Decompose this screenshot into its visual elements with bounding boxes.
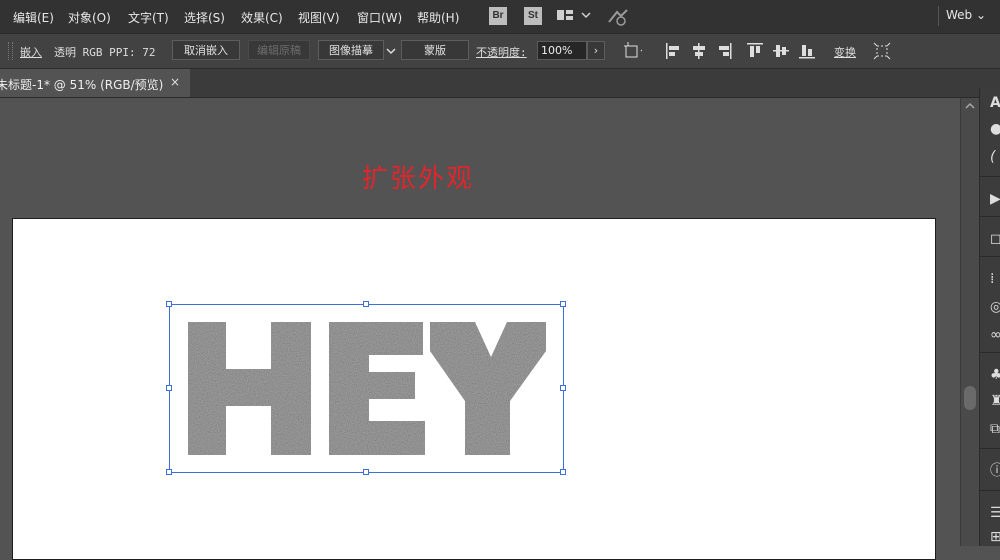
panel-divider [980, 256, 1000, 257]
paragraph-panel-icon[interactable]: ( [990, 150, 1000, 164]
align-right-icon[interactable] [715, 42, 733, 60]
menu-help[interactable]: 帮助(H) [417, 9, 459, 26]
menu-bar: 编辑(E) 对象(O) 文字(T) 选择(S) 效果(C) 视图(V) 窗口(W… [0, 0, 1000, 34]
document-setup-icon[interactable] [624, 42, 642, 60]
vertical-scrollbar[interactable] [960, 98, 979, 546]
isolate-object-icon[interactable] [873, 42, 891, 60]
menu-type[interactable]: 文字(T) [128, 9, 169, 26]
panel-divider [980, 216, 1000, 217]
edit-original-button: 编辑原稿 [248, 40, 310, 60]
brush-panel-icon[interactable]: ● [990, 122, 1000, 136]
menu-divider [938, 6, 939, 26]
image-info: 透明 RGB PPI: 72 [54, 46, 156, 59]
resize-handle[interactable] [166, 301, 172, 307]
panel-divider [980, 448, 1000, 449]
align-left-icon[interactable] [665, 42, 683, 60]
canvas-area[interactable]: 扩张外观 [0, 98, 960, 560]
resize-handle[interactable] [363, 301, 369, 307]
appearance-panel-icon[interactable]: ◎ [990, 300, 1000, 314]
transform-link[interactable]: 变换 [834, 44, 856, 60]
align-top-icon[interactable] [746, 42, 764, 60]
document-tab-title: 未标题-1* @ 51% (RGB/预览) [0, 78, 164, 92]
right-panel-dock: A ● ( ▶ ◻ ⁞ ◎ ∞ ♣ ♜ ⧉ ⓘ ☰ ⊞ [979, 88, 1000, 546]
resize-handle[interactable] [560, 385, 566, 391]
resize-handle[interactable] [166, 385, 172, 391]
graphic-styles-panel-icon[interactable]: ♜ [990, 394, 1000, 408]
opacity-input[interactable]: 100% [537, 41, 587, 60]
resize-handle[interactable] [560, 469, 566, 475]
artwork-layer[interactable] [13, 219, 935, 559]
close-icon[interactable]: × [170, 75, 180, 89]
workspace-switcher[interactable]: Web ⌄ [946, 8, 986, 22]
unembed-button[interactable]: 取消嵌入 [172, 40, 240, 60]
align-horizontal-center-icon[interactable] [690, 42, 708, 60]
links-panel-icon[interactable]: ∞ [990, 328, 1000, 342]
resize-handle[interactable] [166, 469, 172, 475]
scroll-up-icon[interactable] [965, 102, 975, 110]
align-bottom-icon[interactable] [798, 42, 816, 60]
panel-divider [980, 490, 1000, 491]
gpu-performance-icon[interactable] [607, 8, 629, 26]
align-vertical-center-icon[interactable] [772, 42, 790, 60]
symbols-panel-icon[interactable]: ♣ [990, 368, 1000, 382]
stock-badge[interactable]: St [524, 7, 542, 25]
control-bar-grip[interactable] [8, 42, 13, 60]
document-tab-bar: 未标题-1* @ 51% (RGB/预览) × [0, 69, 1000, 98]
document-tab[interactable]: 未标题-1* @ 51% (RGB/预览) × [0, 69, 190, 97]
actions-panel-icon[interactable]: ▶ [990, 192, 1000, 206]
bridge-badge[interactable]: Br [489, 7, 507, 25]
pathfinder-panel-icon[interactable]: ⊞ [990, 530, 1000, 544]
embed-link[interactable]: 嵌入 [20, 44, 42, 60]
align-panel-icon[interactable]: ☰ [990, 506, 1000, 520]
menu-view[interactable]: 视图(V) [298, 9, 340, 26]
panel-divider [980, 176, 1000, 177]
menu-select[interactable]: 选择(S) [184, 9, 225, 26]
artboards-panel-icon[interactable]: ◻ [990, 232, 1000, 246]
info-panel-icon[interactable]: ⓘ [990, 464, 1000, 478]
menu-effect[interactable]: 效果(C) [241, 9, 283, 26]
annotation-title: 扩张外观 [362, 164, 475, 194]
arrange-documents-icon[interactable] [557, 10, 591, 24]
resize-handle[interactable] [560, 301, 566, 307]
scrollbar-thumb[interactable] [964, 386, 976, 410]
menu-window[interactable]: 窗口(W) [357, 9, 402, 26]
textured-hey-text[interactable] [188, 322, 546, 455]
artboard[interactable] [12, 218, 936, 560]
panel-divider [980, 352, 1000, 353]
layers-panel-icon[interactable]: ⧉ [990, 422, 1000, 436]
character-panel-icon[interactable]: A [990, 96, 1000, 110]
opacity-flyout-button[interactable]: › [587, 41, 605, 60]
mask-button[interactable]: 蒙版 [401, 40, 469, 60]
opacity-label[interactable]: 不透明度: [476, 44, 527, 60]
menu-edit[interactable]: 编辑(E) [13, 9, 54, 26]
control-bar: 嵌入 透明 RGB PPI: 72 取消嵌入 编辑原稿 图像描摹 蒙版 不透明度… [0, 34, 1000, 69]
transform-panel-icon[interactable]: ⁞ [990, 272, 1000, 286]
chevron-down-icon[interactable] [385, 46, 397, 56]
menu-object[interactable]: 对象(O) [68, 9, 111, 26]
resize-handle[interactable] [363, 469, 369, 475]
image-trace-button[interactable]: 图像描摹 [318, 40, 384, 60]
